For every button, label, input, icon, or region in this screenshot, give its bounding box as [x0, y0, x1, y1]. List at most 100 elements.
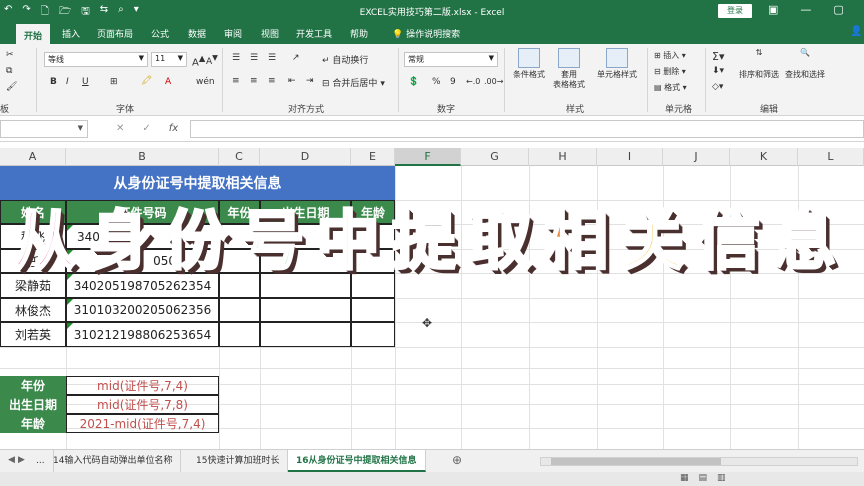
autosum-icon[interactable]: Σ▾ [712, 50, 724, 63]
tab-tell-me[interactable]: 💡 操作说明搜索 [392, 27, 460, 40]
percent-button[interactable]: % [432, 77, 441, 87]
font-size-dropdown[interactable]: 11 ▼ [151, 52, 187, 67]
copy-icon[interactable]: ⧉ [6, 66, 12, 76]
decrease-decimal-icon[interactable]: .00→ [484, 77, 503, 86]
login-button[interactable]: 登录 [718, 4, 752, 18]
delete-cells-button[interactable]: ⊟ 删除 ▾ [654, 66, 686, 77]
cell-id[interactable]: 310212198806253654 [66, 322, 219, 347]
tab-view[interactable]: 视图 [261, 27, 279, 40]
sheet-tab-15[interactable]: 15快速计算加班时长 [188, 450, 289, 472]
align-top-icon[interactable]: ☰ [232, 53, 240, 63]
tab-page-layout[interactable]: 页面布局 [97, 27, 133, 40]
cell-age[interactable] [351, 298, 395, 322]
indent-decrease-icon[interactable]: ⇤ [288, 76, 296, 86]
column-header-e[interactable]: E [351, 148, 395, 166]
format-cells-button[interactable]: ▤ 格式 ▾ [654, 82, 687, 93]
next-sheet-icon[interactable]: ▶ [18, 455, 25, 465]
tab-home[interactable]: 开始 [16, 22, 51, 44]
name-box[interactable]: ▼ [0, 120, 88, 138]
column-header-g[interactable]: G [461, 148, 529, 166]
column-header-a[interactable]: A [0, 148, 66, 166]
column-header-j[interactable]: J [663, 148, 730, 166]
column-header-b[interactable]: B [66, 148, 219, 166]
merge-center-button[interactable]: ⊟ 合并后居中 ▾ [322, 76, 385, 89]
horizontal-scrollbar[interactable] [540, 457, 858, 466]
clear-icon[interactable]: ◇▾ [712, 82, 723, 92]
prev-sheet-icon[interactable]: ◀ [8, 455, 15, 465]
cut-icon[interactable]: ✂ [6, 50, 14, 60]
insert-cells-button[interactable]: ⊞ 插入 ▾ [654, 50, 686, 61]
scrollbar-thumb[interactable] [551, 458, 721, 465]
increase-font-icon[interactable]: A▲ [192, 53, 205, 68]
currency-icon[interactable]: 💲 [408, 77, 419, 87]
cell-birthdate[interactable] [260, 322, 351, 347]
increase-decimal-icon[interactable]: ←.0 [466, 77, 480, 86]
phonetic-icon[interactable]: wén [196, 77, 215, 87]
maximize-icon[interactable]: ▢ [833, 3, 843, 16]
column-header-k[interactable]: K [730, 148, 798, 166]
align-middle-icon[interactable]: ☰ [250, 53, 258, 63]
cell-styles-button[interactable]: 单元格样式 [592, 48, 642, 80]
underline-button[interactable]: U [82, 77, 89, 87]
align-right-icon[interactable]: ≡ [268, 76, 276, 86]
fill-icon[interactable]: ⬇▾ [712, 66, 724, 76]
sheet-tab-14[interactable]: 14输入代码自动弹出单位名称 [45, 450, 182, 472]
font-color-icon[interactable]: A [165, 77, 171, 87]
cell-birthdate[interactable] [260, 298, 351, 322]
bold-button[interactable]: B [50, 77, 57, 87]
conditional-format-button[interactable]: 条件格式 [508, 48, 550, 80]
share-icon[interactable]: 👤 [850, 26, 862, 37]
sheet-tab-16[interactable]: 16从身份证号中提取相关信息 [288, 450, 426, 472]
add-sheet-icon[interactable]: ⊕ [452, 453, 462, 467]
formula-label-birthdate[interactable]: 出生日期 [0, 395, 66, 414]
page-break-view-icon[interactable]: ▥ [717, 473, 726, 483]
fill-color-icon[interactable]: 🖍 [141, 76, 152, 86]
column-header-c[interactable]: C [219, 148, 260, 166]
cell-name[interactable]: 林俊杰 [0, 298, 66, 322]
formula-year[interactable]: mid(证件号,7,4) [66, 376, 219, 395]
formula-age[interactable]: 2021-mid(证件号,7,4) [66, 414, 219, 433]
minimize-icon[interactable]: — [800, 3, 811, 16]
tab-formulas[interactable]: 公式 [151, 27, 169, 40]
column-header-d[interactable]: D [260, 148, 351, 166]
cell-year[interactable] [219, 298, 260, 322]
normal-view-icon[interactable]: ▦ [680, 473, 689, 483]
formula-label-age[interactable]: 年龄 [0, 414, 66, 433]
tab-developer[interactable]: 开发工具 [296, 27, 332, 40]
orientation-icon[interactable]: ↗ [292, 53, 300, 63]
column-header-h[interactable]: H [529, 148, 597, 166]
column-header-l[interactable]: L [798, 148, 864, 166]
tab-help[interactable]: 帮助 [350, 27, 368, 40]
italic-button[interactable]: I [66, 77, 69, 87]
number-format-dropdown[interactable]: 常规 ▼ [404, 52, 498, 67]
column-header-f[interactable]: F [395, 148, 461, 166]
find-select-button[interactable]: 🔍 查找和选择 [782, 48, 828, 80]
page-layout-view-icon[interactable]: ▤ [699, 473, 708, 483]
tab-data[interactable]: 数据 [188, 27, 206, 40]
border-icon[interactable]: ⊞ [110, 77, 118, 87]
tab-review[interactable]: 审阅 [224, 27, 242, 40]
align-left-icon[interactable]: ≡ [232, 76, 240, 86]
cancel-entry-icon[interactable]: ✕ [116, 123, 124, 134]
cell-year[interactable] [219, 322, 260, 347]
column-header-i[interactable]: I [597, 148, 663, 166]
insert-function-icon[interactable]: fx [169, 123, 178, 134]
decrease-font-icon[interactable]: A▼ [206, 53, 218, 67]
align-center-icon[interactable]: ≡ [250, 76, 258, 86]
confirm-entry-icon[interactable]: ✓ [142, 123, 150, 134]
ribbon-display-icon[interactable]: ▣ [768, 3, 778, 16]
cell-id[interactable]: 310103200205062356 [66, 298, 219, 322]
wrap-text-button[interactable]: ↵ 自动换行 [322, 53, 368, 66]
cell-age[interactable] [351, 322, 395, 347]
format-painter-icon[interactable]: 🖌 [6, 82, 17, 92]
sort-filter-button[interactable]: ⇅ 排序和筛选 [736, 48, 782, 80]
comma-button[interactable]: 9 [450, 77, 456, 87]
tab-insert[interactable]: 插入 [62, 27, 80, 40]
formula-birthdate[interactable]: mid(证件号,7,8) [66, 395, 219, 414]
indent-increase-icon[interactable]: ⇥ [306, 76, 314, 86]
font-name-dropdown[interactable]: 等线 ▼ [44, 52, 148, 67]
align-bottom-icon[interactable]: ☰ [268, 53, 276, 63]
cell-name[interactable]: 刘若英 [0, 322, 66, 347]
format-as-table-button[interactable]: 套用 表格格式 [548, 48, 590, 90]
formula-label-year[interactable]: 年份 [0, 376, 66, 395]
